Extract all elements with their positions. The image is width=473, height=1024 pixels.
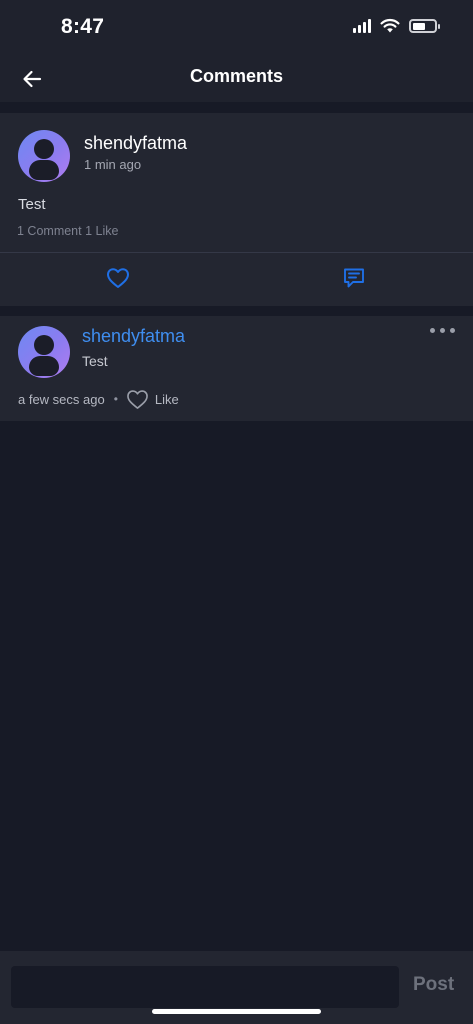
comment-button[interactable] [340, 264, 368, 292]
comment-bubble-icon [344, 268, 364, 288]
comment-text: Test [82, 353, 108, 369]
post-author-name[interactable]: shendyfatma [84, 133, 187, 154]
battery-level [413, 22, 425, 30]
home-indicator [152, 1009, 321, 1014]
status-time: 8:47 [61, 15, 105, 38]
comment-like-button[interactable] [126, 387, 150, 411]
comment-author-name[interactable]: shendyfatma [82, 326, 185, 347]
comment-timestamp: a few secs ago [18, 391, 105, 407]
status-bar: 8:47 [0, 0, 473, 56]
post-text: Test [18, 196, 46, 213]
comment-item: shendyfatma Test a few secs ago • Like [0, 316, 473, 421]
page-title: Comments [189, 66, 283, 86]
battery-icon [409, 18, 440, 33]
heart-outline-icon [127, 389, 149, 409]
comment-like-label[interactable]: Like [155, 392, 179, 407]
meta-separator: • [113, 392, 118, 406]
more-horizontal-icon[interactable] [430, 328, 455, 333]
comment-input[interactable] [11, 966, 399, 1008]
header-divider [0, 102, 473, 113]
post-stats[interactable]: 1 Comment 1 Like [17, 224, 118, 238]
app-header: Comments [0, 56, 473, 102]
post-author-avatar[interactable] [18, 130, 70, 182]
post-divider [0, 252, 473, 253]
like-button[interactable] [104, 264, 132, 292]
heart-outline-icon [107, 268, 129, 288]
wifi-icon [380, 18, 400, 33]
post-button[interactable]: Post [413, 974, 454, 996]
comment-meta: a few secs ago • Like [18, 387, 179, 411]
signal-icon [353, 18, 371, 33]
post-timestamp: 1 min ago [84, 157, 142, 172]
status-icons [353, 18, 440, 33]
post-card: shendyfatma 1 min ago Test 1 Comment 1 L… [0, 113, 473, 306]
comment-author-avatar[interactable] [18, 326, 70, 378]
